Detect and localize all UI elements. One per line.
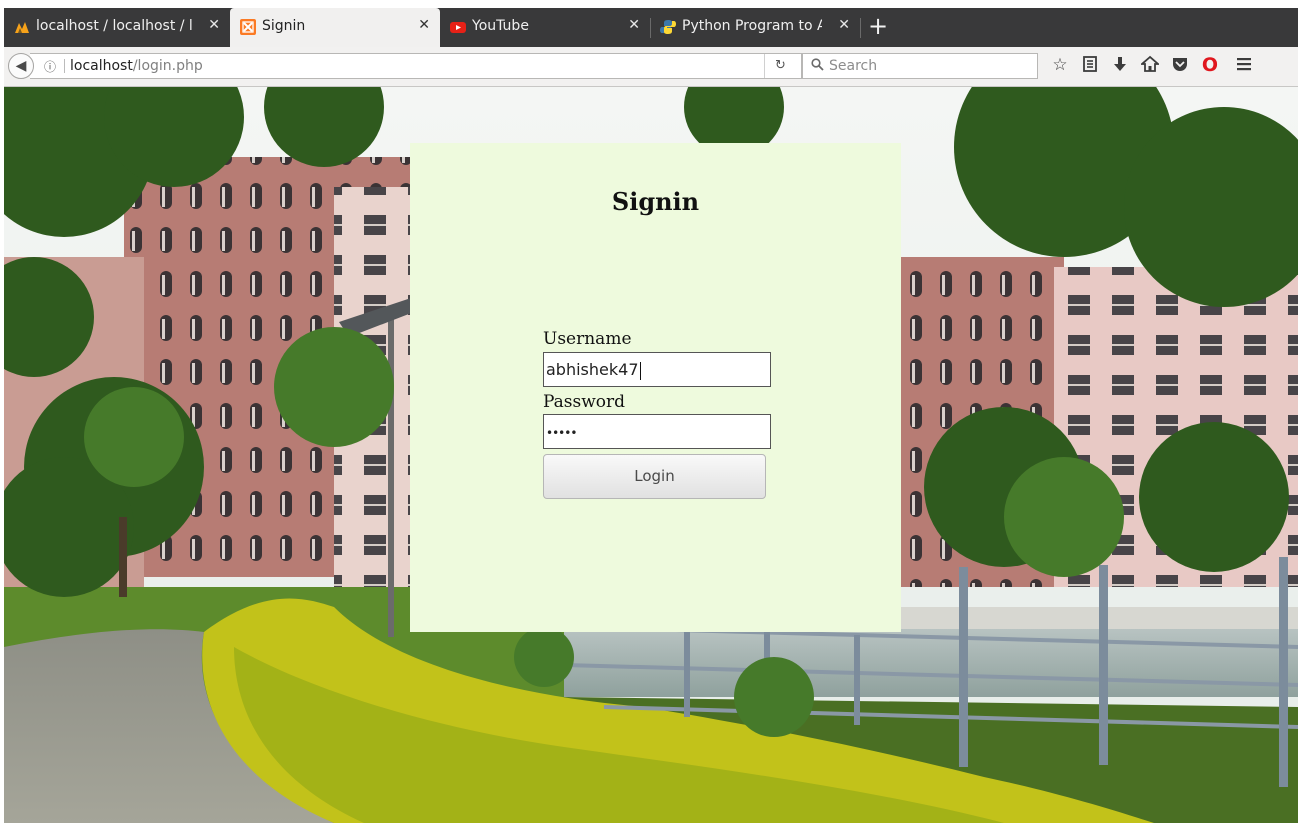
password-label: Password bbox=[543, 392, 626, 412]
close-tab-icon[interactable]: ✕ bbox=[208, 17, 220, 33]
search-input[interactable]: Search bbox=[802, 53, 1038, 79]
browser-tab-bar: localhost / localhost / l ✕ Signin ✕ You… bbox=[0, 0, 1298, 47]
url-text[interactable]: localhost/login.php bbox=[70, 58, 203, 74]
username-label: Username bbox=[543, 329, 632, 349]
login-panel: Signin Username abhishek47 Password ••••… bbox=[410, 143, 901, 632]
reading-list-icon[interactable] bbox=[1080, 55, 1100, 75]
url-bar[interactable]: ⓘ localhost/login.php ↻ bbox=[30, 53, 802, 79]
info-icon[interactable]: ⓘ bbox=[44, 58, 60, 74]
opera-icon[interactable]: O bbox=[1200, 55, 1220, 75]
back-button[interactable]: ◀ bbox=[8, 53, 34, 79]
bookmark-star-icon[interactable]: ☆ bbox=[1050, 55, 1070, 75]
menu-icon[interactable] bbox=[1234, 55, 1254, 75]
password-value: ••••• bbox=[546, 426, 577, 440]
password-field[interactable]: ••••• bbox=[543, 414, 771, 449]
back-arrow-icon: ◀ bbox=[15, 58, 27, 74]
tab-title: YouTube bbox=[472, 18, 529, 34]
tab-youtube[interactable]: YouTube ✕ bbox=[440, 8, 650, 47]
close-tab-icon[interactable]: ✕ bbox=[838, 17, 850, 33]
tab-phpmyadmin[interactable]: localhost / localhost / l ✕ bbox=[4, 8, 230, 47]
close-tab-icon[interactable]: ✕ bbox=[418, 17, 430, 33]
xampp-icon bbox=[240, 19, 256, 35]
tab-strip: localhost / localhost / l ✕ Signin ✕ You… bbox=[4, 8, 1298, 47]
reload-icon[interactable]: ↻ bbox=[775, 58, 786, 73]
page-title: Signin bbox=[611, 187, 700, 216]
phpmyadmin-icon bbox=[15, 22, 29, 33]
new-tab-button[interactable]: + bbox=[868, 14, 888, 40]
tab-title: localhost / localhost / l bbox=[36, 18, 193, 34]
navigation-bar: ⓘ localhost/login.php ↻ ◀ Search ☆ O bbox=[4, 47, 1298, 87]
text-caret bbox=[639, 361, 641, 380]
tab-title: Signin bbox=[262, 18, 306, 34]
tab-separator bbox=[860, 18, 861, 38]
search-icon bbox=[811, 58, 824, 71]
page-viewport: Signin Username abhishek47 Password ••••… bbox=[4, 87, 1298, 823]
login-button[interactable]: Login bbox=[543, 454, 766, 499]
python-icon bbox=[660, 20, 676, 34]
youtube-icon bbox=[450, 22, 466, 33]
tab-title: Python Program to Ad bbox=[682, 18, 822, 34]
close-tab-icon[interactable]: ✕ bbox=[628, 17, 640, 33]
username-value: abhishek47 bbox=[546, 360, 639, 379]
tab-signin[interactable]: Signin ✕ bbox=[230, 8, 440, 47]
pocket-icon[interactable] bbox=[1170, 55, 1190, 75]
url-path: /login.php bbox=[132, 58, 203, 74]
username-field[interactable]: abhishek47 bbox=[543, 352, 771, 387]
url-host: localhost bbox=[70, 58, 133, 74]
reload-separator bbox=[764, 54, 765, 78]
search-placeholder: Search bbox=[829, 58, 878, 74]
url-separator bbox=[64, 59, 65, 73]
downloads-icon[interactable] bbox=[1110, 55, 1130, 75]
home-icon[interactable] bbox=[1139, 55, 1161, 75]
tab-python-program[interactable]: Python Program to Ad ✕ bbox=[650, 8, 860, 47]
